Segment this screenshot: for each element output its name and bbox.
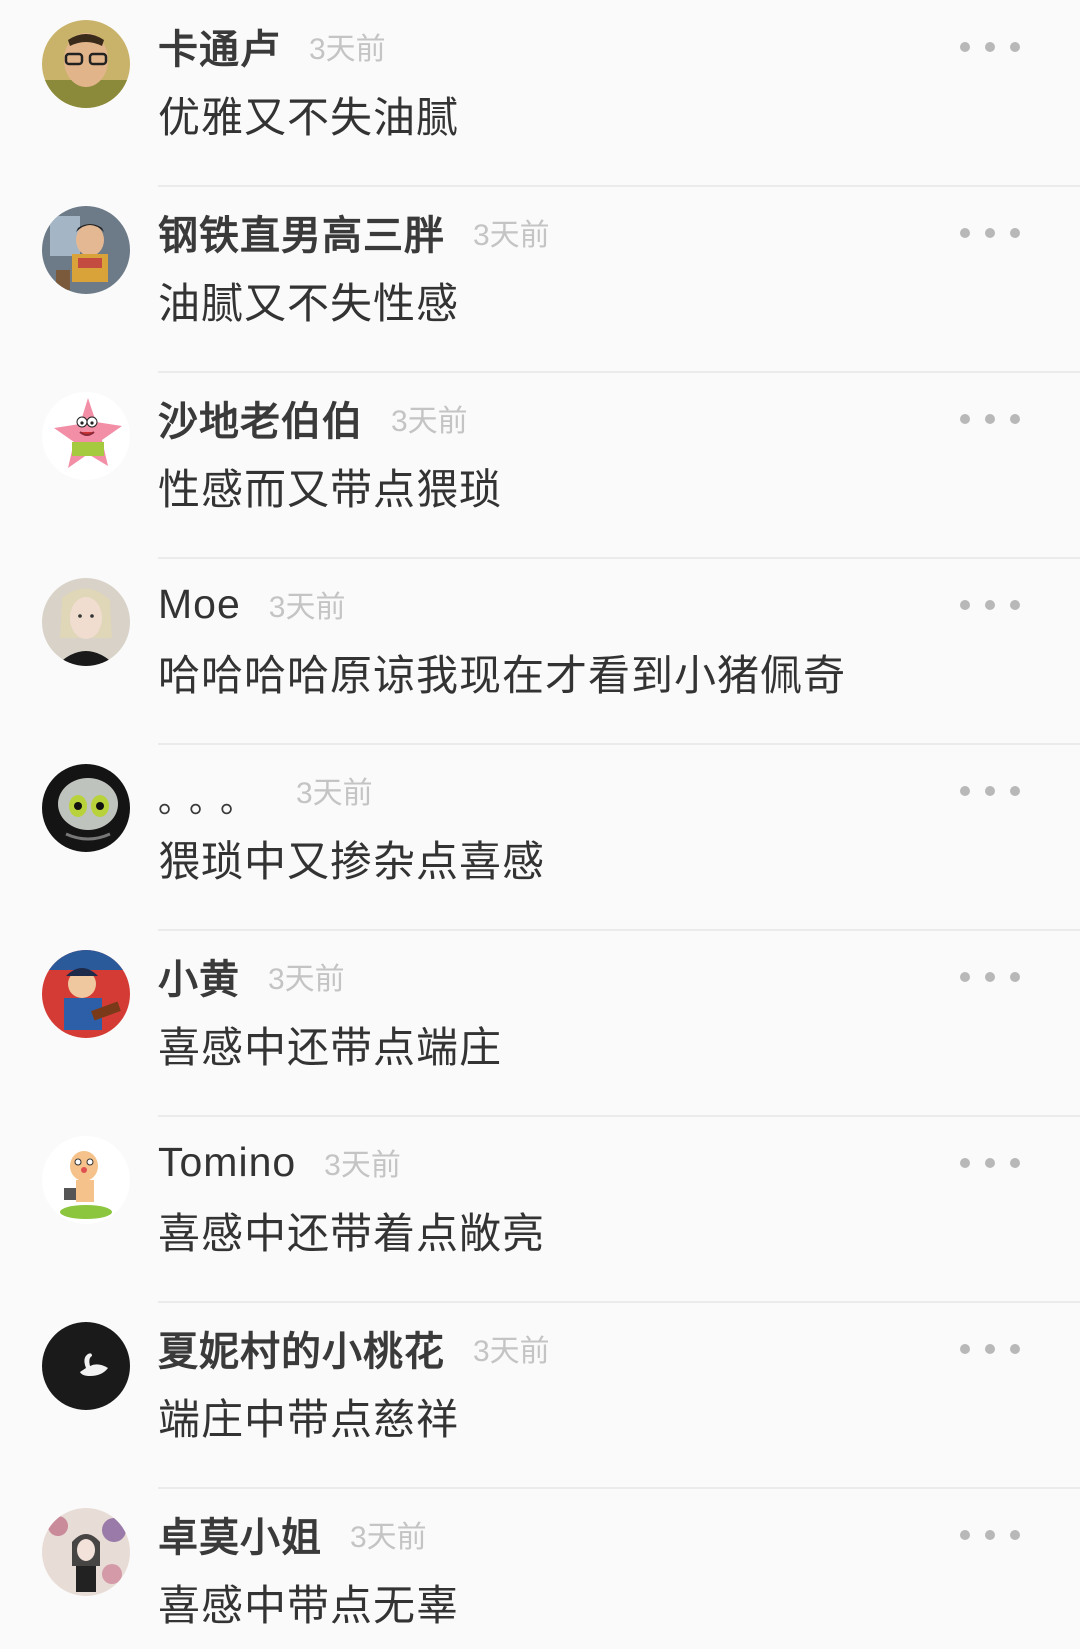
more-dots-icon[interactable] <box>960 1332 1020 1366</box>
username[interactable]: 卡通卢 <box>158 17 281 75</box>
comment-item: 夏妮村的小桃花 3天前 端庄中带点慈祥 <box>0 1302 1080 1489</box>
comment-item: 小黄 3天前 喜感中还带点端庄 <box>0 930 1080 1117</box>
username[interactable]: 钢铁直男高三胖 <box>158 203 445 261</box>
comment-text: 喜感中带点无辜 <box>158 1581 460 1630</box>
more-dots-icon[interactable] <box>960 960 1020 994</box>
username[interactable]: 沙地老伯伯 <box>158 389 363 447</box>
comment-header: Tomino 3天前 <box>158 1132 401 1192</box>
comment-list: 卡通卢 3天前 优雅又不失油腻 钢铁直男高三胖 3天前 油腻又不失性感 沙地老伯… <box>0 0 1080 1649</box>
comment-item: 卓莫小姐 3天前 喜感中带点无辜 <box>0 1488 1080 1649</box>
girl-illustration-avatar-icon[interactable] <box>42 1508 130 1596</box>
username[interactable]: 卓莫小姐 <box>158 1505 322 1563</box>
timestamp: 3天前 <box>268 963 345 996</box>
comic-illustration-avatar-icon[interactable] <box>42 950 130 1038</box>
cartoon-mask-avatar-icon[interactable] <box>42 764 130 852</box>
more-dots-icon[interactable] <box>960 216 1020 250</box>
comment-item: 钢铁直男高三胖 3天前 油腻又不失性感 <box>0 186 1080 373</box>
cartoon-character-avatar-icon[interactable] <box>42 1136 130 1224</box>
more-dots-icon[interactable] <box>960 1146 1020 1180</box>
comment-text: 优雅又不失油腻 <box>158 93 460 142</box>
comment-item: Tomino 3天前 喜感中还带着点敞亮 <box>0 1116 1080 1303</box>
comment-text: 喜感中还带点端庄 <box>158 1023 503 1072</box>
timestamp: 3天前 <box>473 1335 550 1368</box>
username[interactable]: Moe <box>158 581 241 628</box>
comment-text: 端庄中带点慈祥 <box>158 1395 460 1444</box>
username[interactable]: 小黄 <box>158 947 240 1005</box>
more-dots-icon[interactable] <box>960 774 1020 808</box>
timestamp: 3天前 <box>268 591 346 624</box>
comment-header: 。。。 3天前 <box>158 759 373 822</box>
comment-header: 卓莫小姐 3天前 <box>158 1504 427 1564</box>
woman-portrait-avatar-icon[interactable] <box>42 578 130 666</box>
patrick-star-avatar-icon[interactable] <box>42 392 130 480</box>
comment-text: 油腻又不失性感 <box>158 279 460 328</box>
timestamp: 3天前 <box>309 33 386 66</box>
timestamp: 3天前 <box>324 1149 401 1182</box>
comment-text: 性感而又带点猥琐 <box>158 465 503 514</box>
username[interactable]: 。。。 <box>158 759 268 822</box>
comment-text: 喜感中还带着点敞亮 <box>158 1209 546 1258</box>
swan-avatar-icon[interactable] <box>42 1322 130 1410</box>
more-dots-icon[interactable] <box>960 1518 1020 1552</box>
more-dots-icon[interactable] <box>960 402 1020 436</box>
comment-header: 钢铁直男高三胖 3天前 <box>158 202 550 262</box>
timestamp: 3天前 <box>473 219 550 252</box>
comment-item: 卡通卢 3天前 优雅又不失油腻 <box>0 0 1080 187</box>
comment-text: 哈哈哈哈原谅我现在才看到小猪佩奇 <box>158 651 847 700</box>
child-photo-avatar-icon[interactable] <box>42 206 130 294</box>
comment-header: 小黄 3天前 <box>158 946 345 1006</box>
username[interactable]: 夏妮村的小桃花 <box>158 1319 445 1377</box>
comment-header: 沙地老伯伯 3天前 <box>158 388 468 448</box>
timestamp: 3天前 <box>391 405 468 438</box>
timestamp: 3天前 <box>350 1521 427 1554</box>
comment-header: Moe 3天前 <box>158 574 345 634</box>
comment-item: 沙地老伯伯 3天前 性感而又带点猥琐 <box>0 372 1080 559</box>
comment-item: Moe 3天前 哈哈哈哈原谅我现在才看到小猪佩奇 <box>0 558 1080 745</box>
comment-item: 。。。 3天前 猥琐中又掺杂点喜感 <box>0 744 1080 931</box>
comment-header: 卡通卢 3天前 <box>158 16 386 76</box>
more-dots-icon[interactable] <box>960 30 1020 64</box>
username[interactable]: Tomino <box>158 1139 296 1186</box>
comment-header: 夏妮村的小桃花 3天前 <box>158 1318 550 1378</box>
timestamp: 3天前 <box>296 777 373 810</box>
person-photo-avatar-icon[interactable] <box>42 20 130 108</box>
comment-text: 猥琐中又掺杂点喜感 <box>158 837 546 886</box>
more-dots-icon[interactable] <box>960 588 1020 622</box>
